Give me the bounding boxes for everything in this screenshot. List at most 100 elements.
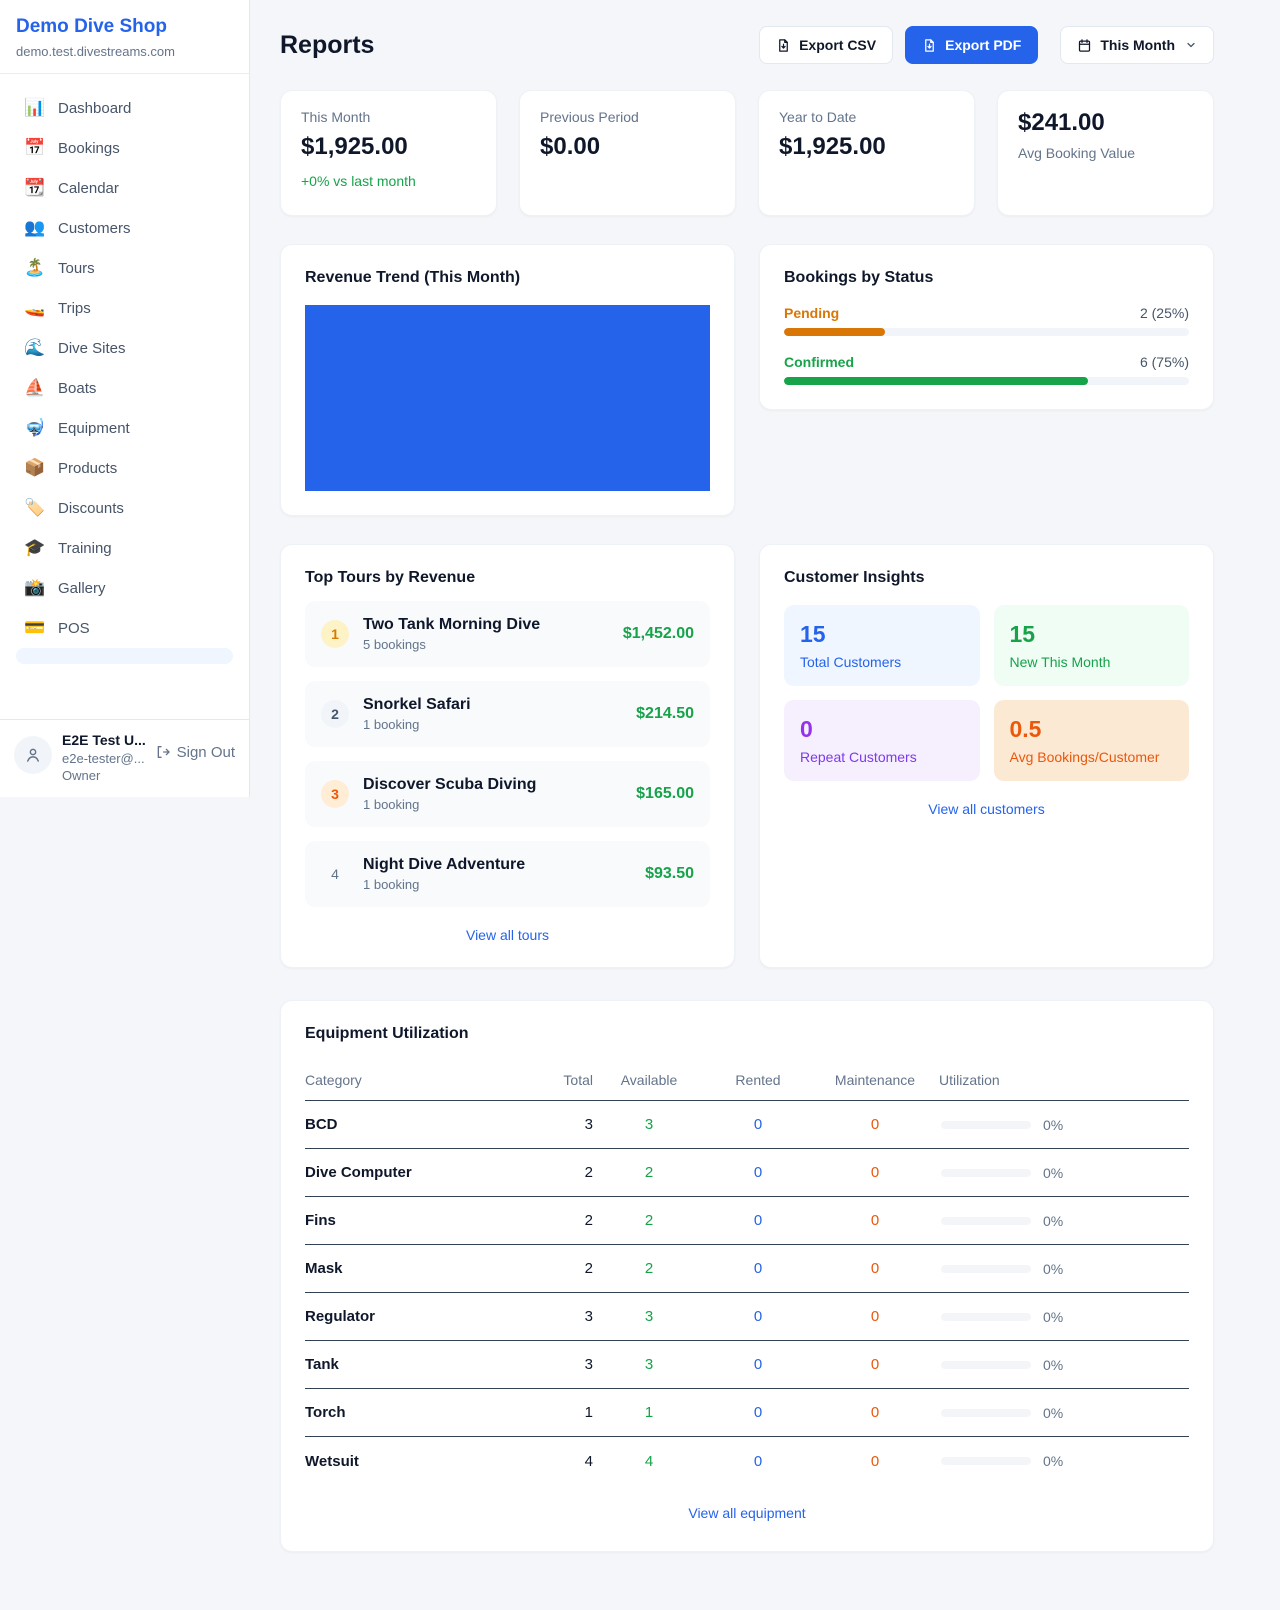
- sidebar-item-label: Customers: [58, 220, 131, 237]
- insight-repeat-customers: 0 Repeat Customers: [784, 700, 980, 781]
- table-row-tank: Tank 3 3 0 0 0%: [305, 1341, 1189, 1389]
- camera-icon: 📸: [24, 578, 44, 598]
- bookings-by-status-title: Bookings by Status: [784, 269, 1189, 287]
- period-label: This Month: [1100, 37, 1175, 53]
- table-row-fins: Fins 2 2 0 0 0%: [305, 1197, 1189, 1245]
- view-all-tours-link[interactable]: View all tours: [305, 927, 710, 943]
- sidebar-item-label: Products: [58, 460, 117, 477]
- utilization-percent: 0%: [1043, 1117, 1063, 1133]
- sidebar-item-training[interactable]: 🎓 Training: [8, 528, 241, 568]
- view-all-equipment-link[interactable]: View all equipment: [305, 1505, 1189, 1521]
- tour-row-4[interactable]: 4 Night Dive Adventure 1 booking $93.50: [305, 841, 710, 907]
- tours-island-icon: 🏝️: [24, 258, 44, 278]
- cell-total: 2: [521, 1164, 593, 1181]
- customer-insights-grid: 15 Total Customers 15 New This Month 0 R…: [784, 605, 1189, 781]
- table-row-wetsuit: Wetsuit 4 4 0 0 0%: [305, 1437, 1189, 1485]
- user-role: Owner: [62, 767, 145, 785]
- utilization-bar-track: [941, 1361, 1031, 1369]
- cell-available: 4: [593, 1453, 705, 1470]
- sidebar-item-pos[interactable]: 💳 POS: [8, 608, 241, 648]
- file-download-icon: [922, 38, 937, 53]
- sidebar-item-trips[interactable]: 🚤 Trips: [8, 288, 241, 328]
- period-dropdown[interactable]: This Month: [1060, 26, 1214, 64]
- shop-name: Demo Dive Shop: [16, 16, 233, 38]
- insight-new-this-month: 15 New This Month: [994, 605, 1190, 686]
- stat-value: $1,925.00: [301, 133, 476, 161]
- tour-name: Discover Scuba Diving: [363, 776, 622, 794]
- sidebar-item-calendar[interactable]: 📆 Calendar: [8, 168, 241, 208]
- col-total: Total: [521, 1072, 593, 1088]
- tour-name: Snorkel Safari: [363, 696, 622, 714]
- tour-revenue: $214.50: [636, 705, 694, 723]
- sidebar-item-products[interactable]: 📦 Products: [8, 448, 241, 488]
- view-all-customers-link[interactable]: View all customers: [784, 801, 1189, 817]
- sidebar-item-dive-sites[interactable]: 🌊 Dive Sites: [8, 328, 241, 368]
- export-csv-label: Export CSV: [799, 37, 876, 53]
- status-label-confirmed: Confirmed: [784, 354, 854, 370]
- cell-total: 3: [521, 1308, 593, 1325]
- cell-rented: 0: [705, 1404, 811, 1421]
- sidebar-item-gallery[interactable]: 📸 Gallery: [8, 568, 241, 608]
- sidebar-item-label: Bookings: [58, 140, 120, 157]
- sidebar-item-boats[interactable]: ⛵ Boats: [8, 368, 241, 408]
- sign-out-button[interactable]: Sign Out: [155, 744, 235, 761]
- tour-row-1[interactable]: 1 Two Tank Morning Dive 5 bookings $1,45…: [305, 601, 710, 667]
- table-row-torch: Torch 1 1 0 0 0%: [305, 1389, 1189, 1437]
- tour-name: Two Tank Morning Dive: [363, 616, 609, 634]
- table-row-dive-computer: Dive Computer 2 2 0 0 0%: [305, 1149, 1189, 1197]
- cell-category: Fins: [305, 1212, 521, 1229]
- bookings-by-status-card: Bookings by Status Pending 2 (25%) Confi…: [759, 244, 1214, 410]
- sidebar-nav: 📊 Dashboard 📅 Bookings 📆 Calendar 👥 Cust…: [0, 74, 249, 719]
- sidebar-item-dashboard[interactable]: 📊 Dashboard: [8, 88, 241, 128]
- avatar: [14, 736, 52, 774]
- cell-available: 3: [593, 1116, 705, 1133]
- sidebar-item-discounts[interactable]: 🏷️ Discounts: [8, 488, 241, 528]
- customers-icon: 👥: [24, 218, 44, 238]
- cell-category: Mask: [305, 1260, 521, 1277]
- sidebar-item-customers[interactable]: 👥 Customers: [8, 208, 241, 248]
- equipment-table: Category Total Available Rented Maintena…: [305, 1059, 1189, 1485]
- cell-maintenance: 0: [811, 1453, 939, 1470]
- status-count-pending: 2 (25%): [1140, 305, 1189, 321]
- export-csv-button[interactable]: Export CSV: [759, 26, 893, 64]
- cell-total: 4: [521, 1453, 593, 1470]
- insights-row: Top Tours by Revenue 1 Two Tank Morning …: [280, 544, 1214, 968]
- stat-label: Avg Booking Value: [1018, 145, 1193, 161]
- trips-speedboat-icon: 🚤: [24, 298, 44, 318]
- sign-out-label: Sign Out: [177, 744, 235, 761]
- export-pdf-label: Export PDF: [945, 37, 1021, 53]
- stat-value: $0.00: [540, 133, 715, 161]
- cell-maintenance: 0: [811, 1260, 939, 1277]
- stat-value: $1,925.00: [779, 133, 954, 161]
- insight-label: Total Customers: [800, 654, 964, 670]
- header-actions: Export CSV Export PDF This Month: [759, 26, 1214, 64]
- stat-card-previous-period: Previous Period $0.00: [519, 90, 736, 216]
- user-name: E2E Test U...: [62, 732, 145, 748]
- package-icon: 📦: [24, 458, 44, 478]
- insight-total-customers: 15 Total Customers: [784, 605, 980, 686]
- export-pdf-button[interactable]: Export PDF: [905, 26, 1038, 64]
- stat-delta: +0% vs last month: [301, 173, 476, 189]
- customer-insights-card: Customer Insights 15 Total Customers 15 …: [759, 544, 1214, 968]
- sidebar-item-label: Dashboard: [58, 100, 131, 117]
- revenue-trend-chart: [305, 305, 710, 491]
- tour-revenue: $1,452.00: [623, 625, 694, 643]
- sidebar-item-tours[interactable]: 🏝️ Tours: [8, 248, 241, 288]
- stat-card-this-month: This Month $1,925.00 +0% vs last month: [280, 90, 497, 216]
- status-bar-track: [784, 328, 1189, 336]
- cell-category: BCD: [305, 1116, 521, 1133]
- sidebar-item-bookings[interactable]: 📅 Bookings: [8, 128, 241, 168]
- table-row-bcd: BCD 3 3 0 0 0%: [305, 1101, 1189, 1149]
- customer-insights-title: Customer Insights: [784, 569, 1189, 587]
- utilization-percent: 0%: [1043, 1213, 1063, 1229]
- utilization-percent: 0%: [1043, 1261, 1063, 1277]
- sidebar-item-reports-active-partial[interactable]: [16, 648, 233, 664]
- cell-category: Torch: [305, 1404, 521, 1421]
- tour-row-3[interactable]: 3 Discover Scuba Diving 1 booking $165.0…: [305, 761, 710, 827]
- sidebar-item-equipment[interactable]: 🤿 Equipment: [8, 408, 241, 448]
- utilization-percent: 0%: [1043, 1405, 1063, 1421]
- col-maintenance: Maintenance: [811, 1072, 939, 1088]
- tour-row-2[interactable]: 2 Snorkel Safari 1 booking $214.50: [305, 681, 710, 747]
- revenue-trend-title: Revenue Trend (This Month): [305, 269, 710, 287]
- insight-label: Avg Bookings/Customer: [1010, 749, 1174, 765]
